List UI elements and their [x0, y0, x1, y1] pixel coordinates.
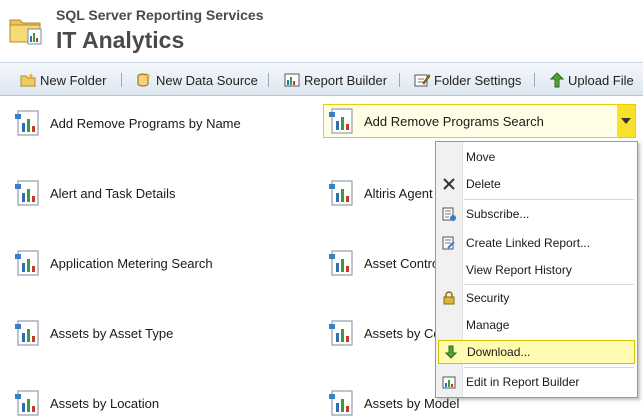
page-header: SQL Server Reporting Services IT Analyti…	[0, 0, 643, 62]
report-item[interactable]: Assets by Location	[14, 386, 159, 420]
menu-item-label: Security	[466, 291, 510, 305]
toolbar-divider	[534, 73, 535, 87]
menu-item-label: View Report History	[466, 263, 572, 277]
menu-item-edit-in-report-builder[interactable]: Edit in Report Builder	[436, 370, 637, 394]
new-data-source-button[interactable]: New Data Source	[136, 70, 258, 90]
report-icon	[15, 390, 39, 416]
lock-icon	[436, 286, 462, 310]
report-name: Add Remove Programs by Name	[50, 115, 241, 131]
report-builder-icon	[436, 370, 462, 394]
menu-item-label: Create Linked Report...	[466, 236, 591, 250]
report-icon	[329, 390, 353, 416]
report-builder-button[interactable]: Report Builder	[284, 70, 387, 90]
report-item-selected[interactable]: Add Remove Programs Search	[323, 104, 636, 138]
report-item[interactable]: Application Metering Search	[14, 246, 213, 280]
report-item[interactable]: Assets by Asset Type	[14, 316, 173, 350]
folder-report-icon	[9, 19, 42, 45]
item-menu-dropdown-button[interactable]	[617, 105, 635, 137]
menu-item-download[interactable]: Download...	[438, 340, 635, 364]
toolbar-divider	[399, 73, 400, 87]
menu-item-create-linked-report[interactable]: Create Linked Report...	[436, 231, 637, 255]
report-item[interactable]: Asset Contro	[328, 246, 439, 280]
report-name: Assets by Co	[364, 325, 441, 341]
app-name: SQL Server Reporting Services	[56, 7, 264, 23]
report-name: Assets by Location	[50, 395, 160, 411]
folder-settings-label: Folder Settings	[434, 72, 522, 88]
upload-file-button[interactable]: Upload File	[550, 70, 634, 90]
folder-settings-icon	[414, 74, 430, 87]
new-data-source-label: New Data Source	[156, 72, 258, 88]
menu-item-label: Move	[466, 150, 496, 164]
report-builder-label: Report Builder	[304, 72, 388, 88]
menu-item-manage[interactable]: Manage	[436, 313, 637, 337]
linked-report-icon	[436, 231, 462, 255]
menu-divider	[464, 199, 634, 200]
new-folder-icon	[20, 73, 36, 87]
report-icon	[15, 250, 39, 276]
menu-item-view-report-history[interactable]: View Report History	[436, 258, 637, 282]
chevron-down-icon	[621, 118, 631, 124]
menu-item-delete[interactable]: Delete	[436, 172, 637, 196]
report-name: Altiris Agent	[364, 185, 433, 201]
menu-divider	[464, 284, 634, 285]
menu-item-label: Download...	[467, 345, 531, 359]
menu-item-subscribe[interactable]: Subscribe...	[436, 202, 637, 226]
download-arrow-icon	[439, 340, 463, 364]
report-icon	[329, 320, 353, 346]
new-data-source-icon	[137, 73, 151, 87]
report-item[interactable]: Add Remove Programs by Name	[14, 106, 241, 140]
new-folder-label: New Folder	[40, 72, 107, 88]
toolbar-divider	[268, 73, 269, 87]
report-context-menu: Move Delete Subscribe... Create Linked R…	[435, 141, 638, 398]
report-builder-icon	[284, 73, 300, 87]
report-name: Add Remove Programs Search	[364, 113, 544, 129]
blank-icon	[436, 258, 462, 282]
report-icon	[15, 320, 39, 346]
report-item[interactable]: Assets by Co	[328, 316, 441, 350]
blank-icon	[436, 145, 462, 169]
new-folder-button[interactable]: New Folder	[20, 70, 106, 90]
menu-item-label: Delete	[466, 177, 501, 191]
menu-item-label: Edit in Report Builder	[466, 375, 580, 389]
toolbar: New Folder New Data Source Report Builde…	[0, 62, 643, 96]
report-name: Asset Contro	[364, 255, 440, 271]
upload-arrow-icon	[550, 72, 564, 88]
menu-item-move[interactable]: Move	[436, 145, 637, 169]
report-icon	[329, 108, 353, 134]
menu-divider	[464, 367, 634, 368]
report-icon	[329, 180, 353, 206]
toolbar-divider	[121, 73, 122, 87]
menu-item-label: Manage	[466, 318, 510, 332]
report-name: Assets by Asset Type	[50, 325, 174, 341]
blank-icon	[436, 313, 462, 337]
subscribe-icon	[436, 202, 462, 226]
report-icon	[15, 180, 39, 206]
page-title: IT Analytics	[56, 27, 185, 53]
report-icon	[329, 250, 353, 276]
delete-x-icon	[436, 172, 462, 196]
report-icon	[15, 110, 39, 136]
folder-settings-button[interactable]: Folder Settings	[414, 70, 521, 90]
report-item[interactable]: Alert and Task Details	[14, 176, 176, 210]
report-item[interactable]: Altiris Agent	[328, 176, 433, 210]
menu-item-security[interactable]: Security	[436, 286, 637, 310]
report-name: Alert and Task Details	[50, 185, 176, 201]
menu-item-label: Subscribe...	[466, 207, 530, 221]
upload-file-label: Upload File	[568, 72, 634, 88]
report-name: Application Metering Search	[50, 255, 213, 271]
